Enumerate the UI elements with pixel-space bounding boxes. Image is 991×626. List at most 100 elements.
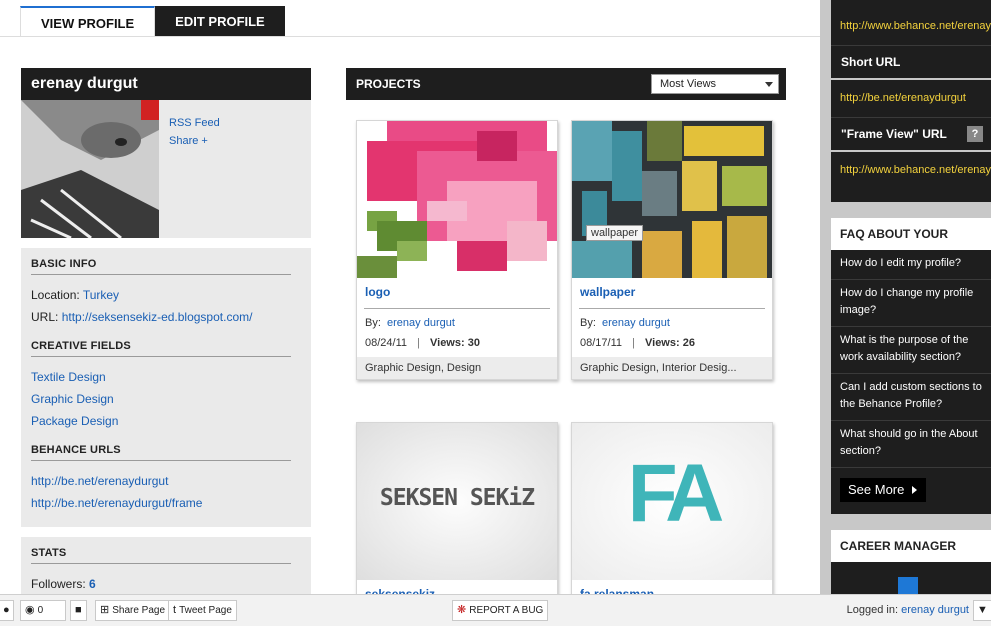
views-label: Views: <box>430 337 465 349</box>
project-meta: 08/24/11 | Views: 30 <box>357 329 557 357</box>
tooltip: wallpaper <box>586 225 644 241</box>
project-meta: 08/17/11 | Views: 26 <box>572 329 772 357</box>
url-label: URL: <box>31 310 59 324</box>
project-date: 08/17/11 <box>580 337 623 349</box>
location-link[interactable]: Turkey <box>83 288 119 302</box>
expand-toolbar-button[interactable]: ▼ <box>973 600 991 621</box>
rss-feed-link[interactable]: RSS Feed <box>169 117 220 129</box>
views-count: 30 <box>467 337 480 349</box>
profile-summary: RSS Feed Share + <box>21 100 311 238</box>
meta-separator: | <box>417 337 420 349</box>
share-link[interactable]: Share + <box>169 135 208 147</box>
faq-item[interactable]: What should go in the About section? <box>831 421 991 468</box>
by-label: By: <box>365 317 381 329</box>
help-icon[interactable]: ? <box>967 126 983 142</box>
location-label: Location: <box>31 288 80 302</box>
profile-url[interactable]: http://www.behance.net/erenaydurgut <box>831 0 991 46</box>
project-author-row: By: erenay durgut <box>357 309 557 329</box>
projects-header: PROJECTS Most Views <box>346 68 786 100</box>
views-count: 26 <box>682 337 695 349</box>
faq-item[interactable]: Can I add custom sections to the Behance… <box>831 374 991 421</box>
project-thumbnail[interactable]: FA <box>572 423 772 580</box>
user-button[interactable]: ● <box>0 600 14 621</box>
report-bug-button[interactable]: ❋ REPORT A BUG <box>452 600 549 621</box>
profile-urls-panel: http://www.behance.net/erenaydurgut Shor… <box>831 0 991 202</box>
creative-fields-section: CREATIVE FIELDS Textile Design Graphic D… <box>31 340 301 432</box>
feed-links: RSS Feed Share + <box>169 114 220 150</box>
behance-url-link[interactable]: http://be.net/erenaydurgut/frame <box>31 496 202 510</box>
author-link[interactable]: erenay durgut <box>602 317 670 329</box>
project-card[interactable]: wallpaper wallpaper By: erenay durgut 08… <box>571 120 773 380</box>
creative-field-link[interactable]: Package Design <box>31 414 118 428</box>
project-title-link[interactable]: seksensekiz <box>357 580 557 594</box>
sort-dropdown[interactable]: Most Views <box>651 74 779 94</box>
tab-edit-profile[interactable]: EDIT PROFILE <box>155 6 285 37</box>
play-arrow-icon <box>912 486 917 494</box>
bottom-toolbar: ● ◉ 0 ■ ⊞ Share Page t Tweet Page ❋ REPO… <box>0 594 991 626</box>
author-link[interactable]: erenay durgut <box>387 317 455 329</box>
website-link[interactable]: http://seksensekiz-ed.blogspot.com/ <box>62 310 253 324</box>
career-manager-title: CAREER MANAGER <box>831 530 991 562</box>
chevron-down-icon <box>765 82 773 87</box>
user-icon: ● <box>3 604 10 616</box>
creative-fields-title: CREATIVE FIELDS <box>31 340 291 357</box>
stats-panel: STATS Followers: 6 <box>21 537 311 594</box>
logged-in-label: Logged in: <box>846 604 899 616</box>
avatar-image <box>21 100 159 238</box>
tweet-page-label: Tweet Page <box>179 605 232 616</box>
frame-view-heading: "Frame View" URL ? <box>831 118 991 152</box>
faq-title: FAQ ABOUT YOUR PROFILE <box>831 218 991 273</box>
project-title-link[interactable]: logo <box>357 278 557 308</box>
faq-list: How do I edit my profile? How do I chang… <box>831 250 991 514</box>
profile-name: erenay durgut <box>21 68 311 100</box>
profile-info-panel: BASIC INFO Location: Turkey URL: http://… <box>21 248 311 527</box>
arrow-down-icon: ▼ <box>977 604 988 616</box>
share-page-button[interactable]: ⊞ Share Page <box>95 600 171 621</box>
faq-item[interactable]: How do I change my profile image? <box>831 280 991 327</box>
by-label: By: <box>580 317 596 329</box>
stats-title: STATS <box>31 547 291 564</box>
folder-button[interactable]: ■ <box>70 600 87 621</box>
followers-count[interactable]: 6 <box>89 577 96 591</box>
project-card[interactable]: FA fa relansman <box>571 422 773 594</box>
behance-urls-section: BEHANCE URLS http://be.net/erenaydurgut … <box>31 444 301 514</box>
logged-in-user-link[interactable]: erenay durgut <box>901 604 969 616</box>
creative-field-link[interactable]: Graphic Design <box>31 392 114 406</box>
notifications-button[interactable]: ◉ 0 <box>20 600 66 621</box>
tab-view-profile[interactable]: VIEW PROFILE <box>20 6 156 37</box>
project-card[interactable]: logo By: erenay durgut 08/24/11 | Views:… <box>356 120 558 380</box>
project-card[interactable]: SEKSEN SEKiZ seksensekiz <box>356 422 558 594</box>
share-page-label: Share Page <box>112 605 166 616</box>
short-url[interactable]: http://be.net/erenaydurgut <box>831 80 991 118</box>
faq-item[interactable]: What is the purpose of the work availabi… <box>831 327 991 374</box>
project-date: 08/24/11 <box>365 337 408 349</box>
tweet-page-button[interactable]: t Tweet Page <box>168 600 237 621</box>
views-label: Views: <box>645 337 680 349</box>
report-bug-label: REPORT A BUG <box>469 605 544 616</box>
project-fields: Graphic Design, Interior Desig... <box>572 357 772 379</box>
see-more-button[interactable]: See More <box>840 478 926 502</box>
url-row: URL: http://seksensekiz-ed.blogspot.com/ <box>31 306 301 328</box>
folder-icon: ■ <box>75 604 82 616</box>
location-row: Location: Turkey <box>31 284 301 306</box>
faq-item[interactable]: How do I edit my profile? <box>831 250 991 280</box>
fa-logo: FA <box>627 448 725 539</box>
twitter-icon: t <box>173 604 177 616</box>
logged-in-status: Logged in: erenay durgut <box>847 604 969 616</box>
project-title-link[interactable]: wallpaper <box>572 278 772 308</box>
project-thumbnail[interactable]: wallpaper <box>572 121 772 278</box>
projects-title: PROJECTS <box>356 77 421 91</box>
frame-url[interactable]: http://www.behance.net/erenaydurgut/fram… <box>831 152 991 189</box>
creative-field-link[interactable]: Textile Design <box>31 370 106 384</box>
project-title-link[interactable]: fa relansman <box>572 580 772 594</box>
project-thumbnail[interactable] <box>357 121 557 278</box>
career-icon <box>898 577 918 594</box>
sort-value: Most Views <box>660 78 717 90</box>
basic-info-title: BASIC INFO <box>31 258 291 275</box>
avatar[interactable] <box>21 100 159 238</box>
project-fields: Graphic Design, Design <box>357 357 557 379</box>
basic-info-section: BASIC INFO Location: Turkey URL: http://… <box>31 258 301 328</box>
project-thumbnail[interactable]: SEKSEN SEKiZ <box>357 423 557 580</box>
behance-url-link[interactable]: http://be.net/erenaydurgut <box>31 474 168 488</box>
followers-row: Followers: 6 <box>31 573 301 594</box>
